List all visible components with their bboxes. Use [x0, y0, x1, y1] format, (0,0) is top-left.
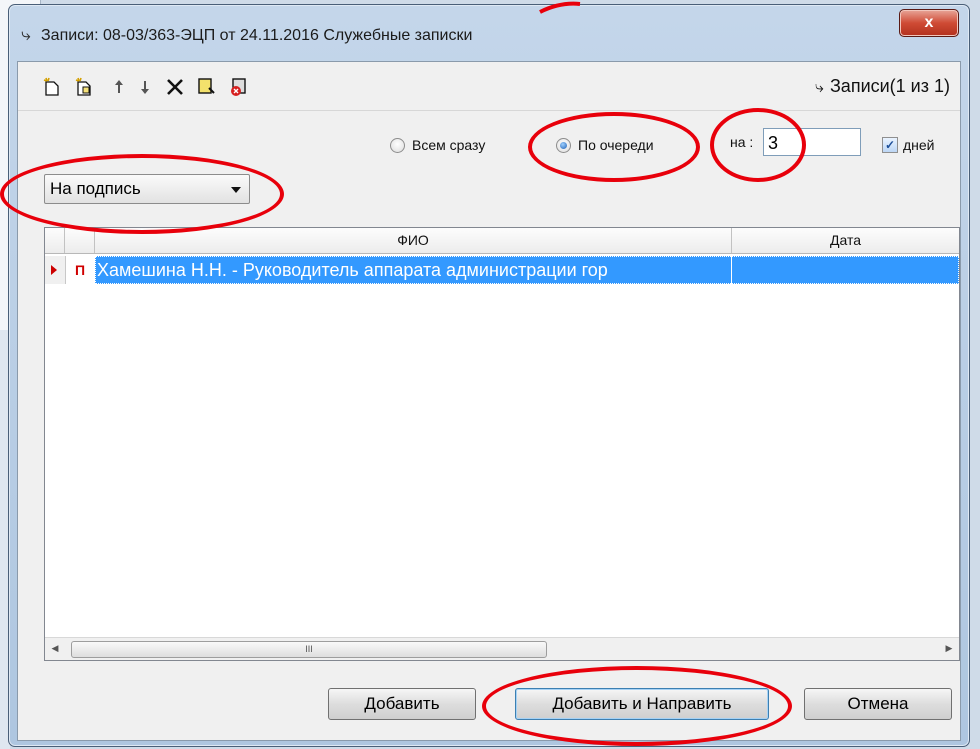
radio-all-at-once-label: Всем сразу [412, 137, 486, 153]
row-type-badge: П [74, 262, 86, 278]
scroll-thumb[interactable]: III [71, 641, 547, 658]
row-fio-cell[interactable]: Хамешина Н.Н. - Руководитель аппарата ад… [97, 256, 731, 284]
row-separator [731, 256, 732, 284]
row-indicator-icon [45, 256, 66, 284]
window-title: Записи: 08-03/363-ЭЦП от 24.11.2016 Служ… [41, 27, 473, 44]
days-label: дней [903, 137, 935, 153]
chevron-down-icon [231, 187, 241, 193]
dialog-window: ⤷ Записи: 08-03/363-ЭЦП от 24.11.2016 Сл… [8, 4, 970, 747]
grid-header: ФИО Дата [45, 228, 959, 254]
add-and-send-button[interactable]: Добавить и Направить [515, 688, 769, 720]
scroll-left-icon[interactable]: ◀ [45, 638, 65, 659]
records-icon: ⤷ [814, 79, 824, 96]
close-button[interactable]: x [899, 9, 959, 37]
dialog-content: ⤷ Записи(1 из 1) Всем сразу По очереди на… [17, 61, 961, 741]
records-icon: ⤷ [21, 25, 31, 44]
add-button[interactable]: Добавить [328, 688, 476, 720]
records-counter-text: Записи(1 из 1) [829, 76, 950, 96]
annotation-arrow-icon [539, 1, 581, 14]
records-counter: ⤷ Записи(1 из 1) [815, 76, 950, 97]
radio-circle [390, 137, 405, 153]
header-indicator [45, 228, 65, 253]
cancel-button[interactable]: Отмена [804, 688, 952, 720]
action-select-value: На подпись [50, 179, 141, 198]
add-record-icon[interactable] [40, 74, 66, 100]
radio-circle-checked [556, 137, 571, 153]
move-up-icon[interactable] [106, 74, 132, 100]
column-header-date[interactable]: Дата [732, 228, 959, 253]
period-input[interactable]: 3 [763, 128, 861, 156]
recipients-grid: ФИО Дата П Хамешина Н.Н. - Руководитель … [44, 227, 960, 661]
toolbar: ⤷ Записи(1 из 1) [18, 62, 960, 111]
move-down-icon[interactable] [132, 74, 158, 100]
title-bar[interactable]: ⤷ Записи: 08-03/363-ЭЦП от 24.11.2016 Сл… [9, 5, 969, 61]
table-row[interactable]: П Хамешина Н.Н. - Руководитель аппарата … [45, 256, 959, 284]
add-copy-icon[interactable] [72, 74, 98, 100]
days-checkbox[interactable]: ✓ дней [882, 137, 935, 153]
radio-sequential[interactable]: По очереди [556, 137, 654, 153]
scroll-right-icon[interactable]: ▶ [939, 638, 959, 659]
edit-record-icon[interactable] [194, 74, 220, 100]
header-type [65, 228, 95, 253]
column-header-fio[interactable]: ФИО [95, 228, 732, 253]
radio-sequential-label: По очереди [578, 137, 654, 153]
remove-record-icon[interactable] [226, 74, 252, 100]
radio-all-at-once[interactable]: Всем сразу [390, 137, 485, 153]
checkbox-checked-icon: ✓ [882, 137, 898, 153]
period-label: на : [730, 134, 754, 150]
delete-icon[interactable] [162, 74, 188, 100]
horizontal-scrollbar[interactable]: ◀ III ▶ [45, 637, 959, 660]
action-select[interactable]: На подпись [44, 174, 250, 204]
